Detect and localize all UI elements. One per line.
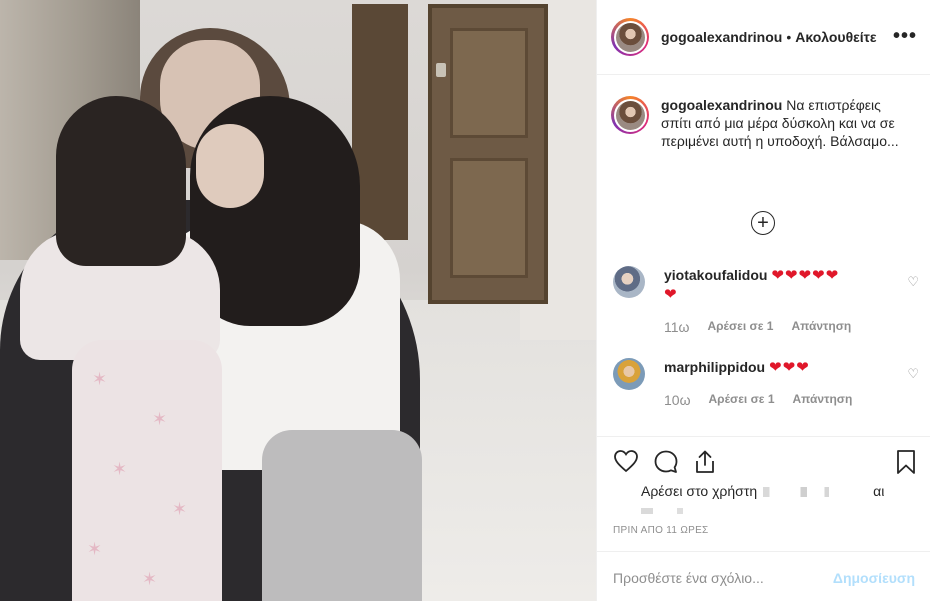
door-panel <box>450 158 528 278</box>
comment-meta: 10ω Αρέσει σε 1 Απάντηση <box>664 392 852 408</box>
post-photo[interactable]: ✶ ✶ ✶ ✶ ✶ ✶ <box>0 0 596 601</box>
post-header: gogoalexandrinou • Ακολουθείτε ••• <box>597 0 930 75</box>
likes-text: Αρέσει στο χρήστη <box>641 483 758 499</box>
photo-door-frame <box>352 4 408 240</box>
likes-usernames-blurred <box>763 487 874 498</box>
caption: gogoalexandrinou Να επιστρέφεις σπίτι απ… <box>611 96 917 150</box>
caption-username-link[interactable]: gogoalexandrinou <box>661 97 782 113</box>
comment-likes-link[interactable]: Αρέσει σε 1 <box>707 319 773 335</box>
post-timestamp[interactable]: ΠΡΙΝ ΑΠΟ 11 ΩΡΕΣ <box>613 525 709 536</box>
comment-hearts-cont: ❤ <box>664 286 678 303</box>
avatar-image <box>615 100 645 130</box>
share-icon[interactable] <box>693 449 717 475</box>
comment-item: yiotakoufalidou ❤❤❤❤❤ ❤ 11ω Αρέσει σε 1 … <box>613 266 923 336</box>
avatar-image <box>615 22 645 52</box>
post-comment-button[interactable]: Δημοσίευση <box>833 570 915 586</box>
comment-meta: 11ω Αρέσει σε 1 Απάντηση <box>664 319 851 335</box>
comment-like-icon[interactable]: ♡ <box>907 274 919 290</box>
comment-hearts: ❤❤❤ <box>769 359 810 376</box>
comment-username-link[interactable]: marphilippidou <box>664 359 765 375</box>
load-more-comments-icon[interactable]: + <box>751 211 775 235</box>
add-comment-input[interactable] <box>613 570 813 586</box>
comment-avatar[interactable] <box>613 266 645 298</box>
likes-text-tail: αι <box>873 483 885 499</box>
heart-icon[interactable] <box>613 449 639 473</box>
door-knob <box>436 63 446 77</box>
comment-avatar[interactable] <box>613 358 645 390</box>
caption-text-block: gogoalexandrinou Να επιστρέφεις σπίτι απ… <box>661 96 901 150</box>
star-pattern: ✶ <box>172 499 188 519</box>
likes-count-blurred <box>641 508 701 514</box>
comment-time[interactable]: 11ω <box>664 319 689 335</box>
comment-body: marphilippidou ❤❤❤ <box>664 358 884 377</box>
photo-girl-pants <box>262 430 422 601</box>
comment-hearts: ❤❤❤❤❤ <box>771 267 840 284</box>
star-pattern: ✶ <box>87 539 103 559</box>
bookmark-icon[interactable] <box>895 449 917 475</box>
comment-likes-link[interactable]: Αρέσει σε 1 <box>709 392 775 408</box>
star-pattern: ✶ <box>92 369 108 389</box>
post-side-panel: gogoalexandrinou • Ακολουθείτε ••• gogoa… <box>596 0 930 601</box>
comment-item: marphilippidou ❤❤❤ 10ω Αρέσει σε 1 Απάντ… <box>613 358 923 418</box>
comment-username-link[interactable]: yiotakoufalidou <box>664 267 767 283</box>
photo-girl-face <box>196 124 264 208</box>
comment-reply-button[interactable]: Απάντηση <box>791 319 851 335</box>
follow-status-button[interactable]: Ακολουθείτε <box>795 29 876 45</box>
comment-body: yiotakoufalidou ❤❤❤❤❤ ❤ <box>664 266 884 304</box>
comment-time[interactable]: 10ω <box>664 392 691 408</box>
photo-kid-pants: ✶ ✶ ✶ ✶ ✶ ✶ <box>72 340 222 601</box>
star-pattern: ✶ <box>112 459 128 479</box>
more-options-icon[interactable]: ••• <box>893 26 917 46</box>
comment-like-icon[interactable]: ♡ <box>907 366 919 382</box>
separator-dot: • <box>786 29 792 45</box>
photo-kid-hair <box>56 96 186 266</box>
door-panel <box>450 28 528 138</box>
avatar[interactable] <box>611 18 649 56</box>
likes-summary[interactable]: Αρέσει στο χρήστη αι <box>641 483 884 499</box>
star-pattern: ✶ <box>152 409 168 429</box>
comment-reply-button[interactable]: Απάντηση <box>793 392 853 408</box>
photo-door <box>428 4 548 304</box>
username-link[interactable]: gogoalexandrinou <box>661 29 782 45</box>
caption-avatar[interactable] <box>611 96 649 134</box>
action-bar <box>597 436 930 486</box>
add-comment-bar: Δημοσίευση <box>597 551 930 601</box>
comment-icon[interactable] <box>653 449 679 475</box>
star-pattern: ✶ <box>142 569 158 589</box>
